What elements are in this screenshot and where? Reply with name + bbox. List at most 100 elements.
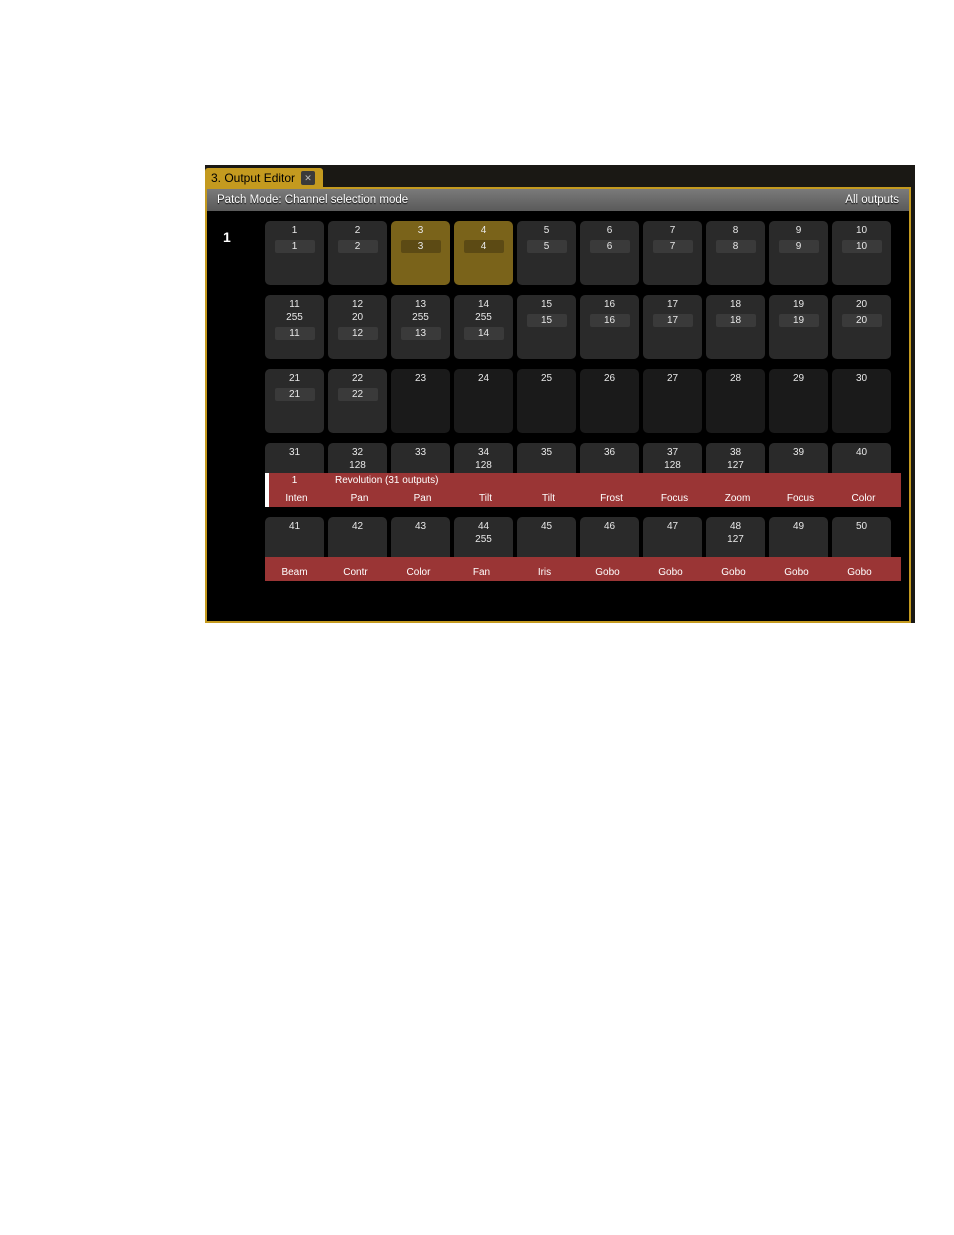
channel-cell[interactable]: 66 xyxy=(580,221,639,285)
channel-number: 4 xyxy=(481,224,487,237)
channel-number: 21 xyxy=(289,372,300,385)
channel-number: 1 xyxy=(292,224,298,237)
channel-value: 128 xyxy=(664,459,681,472)
channel-number: 16 xyxy=(604,298,615,311)
channel-number: 42 xyxy=(352,520,363,533)
channel-number: 26 xyxy=(604,372,615,385)
channel-cell[interactable]: 2222 xyxy=(328,369,387,433)
output-editor-window: Patch Mode: Channel selection mode All o… xyxy=(205,187,911,623)
channel-mini: 4 xyxy=(464,240,504,253)
fixture-number: 1 xyxy=(265,475,324,486)
channel-number: 24 xyxy=(478,372,489,385)
close-icon[interactable]: ✕ xyxy=(301,171,315,185)
channel-number: 10 xyxy=(856,224,867,237)
channel-cell[interactable]: 1010 xyxy=(832,221,891,285)
channel-cell[interactable]: 44 xyxy=(454,221,513,285)
fixture-param-label: Iris xyxy=(513,557,576,581)
channel-value: 128 xyxy=(475,459,492,472)
channel-number: 35 xyxy=(541,446,552,459)
channel-cell[interactable]: 25 xyxy=(517,369,576,433)
fixture-param-label: Tilt xyxy=(454,473,517,507)
channel-cell[interactable]: 122012 xyxy=(328,295,387,359)
channel-cell[interactable]: 88 xyxy=(706,221,765,285)
channel-cell[interactable]: 1425514 xyxy=(454,295,513,359)
channel-number: 33 xyxy=(415,446,426,459)
status-bar: Patch Mode: Channel selection mode All o… xyxy=(207,189,909,211)
channel-cell[interactable]: 30 xyxy=(832,369,891,433)
channel-number: 20 xyxy=(856,298,867,311)
channel-cell[interactable]: 33 xyxy=(391,221,450,285)
channel-cell[interactable]: 2020 xyxy=(832,295,891,359)
channel-cell[interactable]: 27 xyxy=(643,369,702,433)
channel-value: 255 xyxy=(286,311,303,324)
channel-mini: 8 xyxy=(716,240,756,253)
channel-mini: 2 xyxy=(338,240,378,253)
channel-mini: 1 xyxy=(275,240,315,253)
channel-cell[interactable]: 22 xyxy=(328,221,387,285)
channel-number: 7 xyxy=(670,224,676,237)
channel-value: 255 xyxy=(475,533,492,546)
channel-cell[interactable]: 2121 xyxy=(265,369,324,433)
channel-mini: 22 xyxy=(338,388,378,401)
channel-cell[interactable]: 1515 xyxy=(517,295,576,359)
tab-title: 3. Output Editor xyxy=(211,171,295,185)
channel-cell[interactable]: 1919 xyxy=(769,295,828,359)
channel-number: 28 xyxy=(730,372,741,385)
channel-number: 46 xyxy=(604,520,615,533)
channel-mini: 16 xyxy=(590,314,630,327)
channel-mini: 20 xyxy=(842,314,882,327)
tab-output-editor[interactable]: 3. Output Editor ✕ xyxy=(205,168,323,187)
fixture-param-label: Focus xyxy=(643,473,706,507)
channel-number: 30 xyxy=(856,372,867,385)
channel-mini: 17 xyxy=(653,314,693,327)
channel-number: 6 xyxy=(607,224,613,237)
channel-value: 255 xyxy=(412,311,429,324)
channel-cell[interactable]: 28 xyxy=(706,369,765,433)
channel-number: 39 xyxy=(793,446,804,459)
channel-mini: 3 xyxy=(401,240,441,253)
channel-cell[interactable]: 24 xyxy=(454,369,513,433)
channel-number: 38 xyxy=(730,446,741,459)
channel-cell[interactable]: 1125511 xyxy=(265,295,324,359)
channel-mini: 19 xyxy=(779,314,819,327)
channel-grid-area: 1 11223344556677889910101125511122012132… xyxy=(207,211,909,621)
channel-number: 8 xyxy=(733,224,739,237)
channel-mini: 11 xyxy=(275,327,315,340)
tab-bar: 3. Output Editor ✕ xyxy=(205,165,915,187)
channel-grid: 1122334455667788991010112551112201213255… xyxy=(265,221,901,581)
channel-cell[interactable]: 99 xyxy=(769,221,828,285)
fixture-param-label: Color xyxy=(832,473,895,507)
channel-number: 31 xyxy=(289,446,300,459)
channel-row: 212122222324252627282930 xyxy=(265,369,901,433)
fixture-name: Revolution (31 outputs) xyxy=(335,475,438,486)
channel-number: 44 xyxy=(478,520,489,533)
fixture-param-label: Frost xyxy=(580,473,643,507)
channel-cell[interactable]: 1717 xyxy=(643,295,702,359)
channel-number: 43 xyxy=(415,520,426,533)
fixture-param-label: Gobo xyxy=(639,557,702,581)
channel-cell[interactable]: 23 xyxy=(391,369,450,433)
channel-mini: 21 xyxy=(275,388,315,401)
channel-cell[interactable]: 29 xyxy=(769,369,828,433)
channel-cell[interactable]: 77 xyxy=(643,221,702,285)
channel-number: 32 xyxy=(352,446,363,459)
channel-mini: 18 xyxy=(716,314,756,327)
fixture-param-label: Color xyxy=(387,557,450,581)
channel-cell[interactable]: 55 xyxy=(517,221,576,285)
channel-number: 25 xyxy=(541,372,552,385)
channel-cell[interactable]: 1616 xyxy=(580,295,639,359)
fixture-param-label: Zoom xyxy=(706,473,769,507)
patch-mode-label: Patch Mode: Channel selection mode xyxy=(217,194,408,206)
channel-number: 3 xyxy=(418,224,424,237)
channel-cell[interactable]: 1818 xyxy=(706,295,765,359)
channel-number: 49 xyxy=(793,520,804,533)
channel-mini: 15 xyxy=(527,314,567,327)
channel-row: 1125511122012132551314255141515161617171… xyxy=(265,295,901,359)
channel-number: 34 xyxy=(478,446,489,459)
channel-cell[interactable]: 11 xyxy=(265,221,324,285)
channel-number: 45 xyxy=(541,520,552,533)
channel-row: 313212833341283536371283812739401Revolut… xyxy=(265,443,901,507)
channel-cell[interactable]: 1325513 xyxy=(391,295,450,359)
all-outputs-label[interactable]: All outputs xyxy=(845,194,899,206)
channel-cell[interactable]: 26 xyxy=(580,369,639,433)
